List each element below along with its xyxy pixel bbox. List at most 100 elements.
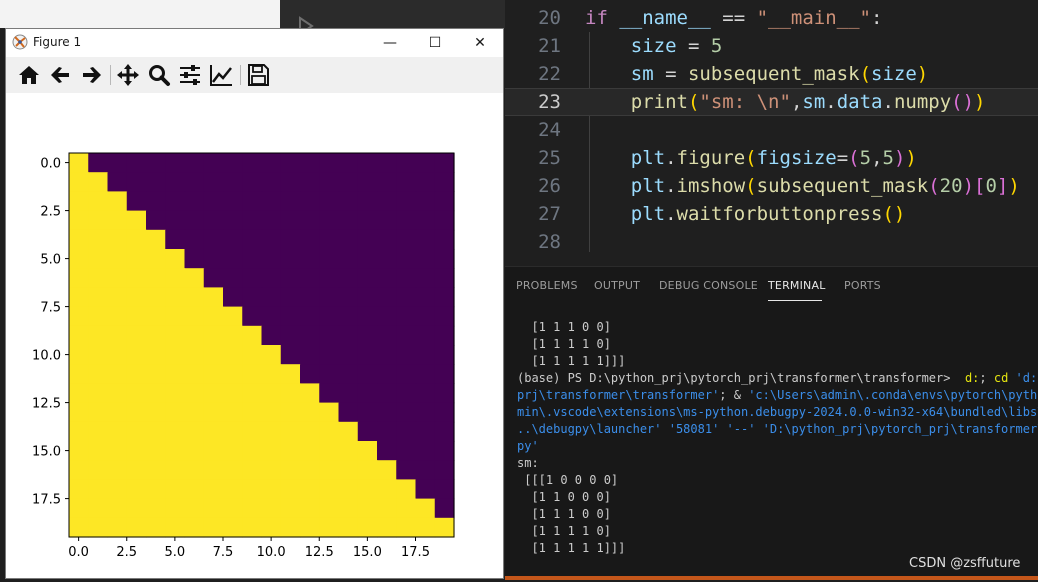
heatmap-cell: [223, 268, 243, 288]
code-line[interactable]: 21 size = 5: [505, 32, 1038, 60]
close-button[interactable]: ✕: [457, 29, 503, 57]
tab-output[interactable]: OUTPUT: [594, 279, 640, 292]
heatmap-cell: [146, 364, 166, 384]
minimize-button[interactable]: —: [367, 29, 413, 57]
heatmap-cell: [300, 345, 320, 365]
heatmap-cell: [280, 498, 301, 519]
x-tick-label: 7.5: [213, 545, 234, 560]
heatmap-cell: [300, 306, 320, 327]
back-arrow-icon[interactable]: [48, 62, 74, 88]
heatmap-cell: [242, 460, 263, 480]
heatmap-cell: [338, 249, 359, 269]
terminal-line: [1 1 1 1 1]]]: [517, 354, 626, 368]
heatmap-cell: [261, 306, 282, 327]
heatmap-cell: [165, 306, 186, 327]
heatmap-cell: [184, 229, 205, 250]
code-line[interactable]: 25 plt.figure(figsize=(5,5)): [505, 144, 1038, 172]
terminal-output[interactable]: [1 1 1 0 0] [1 1 1 1 0] [1 1 1 1 1]]] (ba…: [517, 319, 1038, 557]
heatmap-cell: [377, 383, 397, 404]
heatmap-cell: [223, 479, 243, 500]
heatmap-cell: [357, 249, 378, 269]
heatmap-cell: [107, 287, 128, 308]
heatmap-cell: [223, 229, 243, 250]
code-editor[interactable]: 20 if __name__ == "__main__": 21 size = 52…: [505, 0, 1038, 266]
heatmap-cell: [203, 229, 224, 250]
tab-debug-console[interactable]: DEBUG CONSOLE: [659, 279, 758, 292]
heatmap-cell: [319, 325, 340, 346]
code-line[interactable]: 24: [505, 116, 1038, 144]
code-line[interactable]: 26 plt.imshow(subsequent_mask(20)[0]): [505, 172, 1038, 200]
heatmap-cell: [434, 345, 455, 365]
heatmap-cell: [165, 383, 186, 404]
heatmap-cell: [223, 191, 243, 212]
heatmap-cell: [300, 402, 320, 423]
heatmap-cell: [261, 210, 282, 231]
heatmap-cell: [261, 402, 282, 423]
heatmap-cell: [223, 383, 243, 404]
heatmap-cell: [261, 191, 282, 212]
heatmap-cell: [261, 498, 282, 519]
heatmap-cell: [126, 306, 147, 327]
tab-problems[interactable]: PROBLEMS: [516, 279, 578, 292]
save-icon[interactable]: [245, 62, 271, 88]
heatmap-cell: [184, 210, 205, 231]
heatmap-cell: [357, 517, 378, 538]
code-line[interactable]: 20 if __name__ == "__main__":: [505, 4, 1038, 32]
heatmap-cell: [126, 498, 147, 519]
code-line[interactable]: 28: [505, 228, 1038, 256]
heatmap-cell: [242, 479, 263, 500]
tab-terminal[interactable]: TERMINAL: [768, 279, 826, 292]
code-text: plt.waitforbuttonpress(): [585, 203, 906, 225]
configure-subplots-icon[interactable]: [177, 62, 203, 88]
heatmap-cell: [88, 421, 109, 442]
heatmap-cell: [377, 325, 397, 346]
terminal-line: [1 1 1 0 0]: [517, 507, 611, 521]
heatmap-cell: [69, 249, 89, 269]
figure-titlebar[interactable]: Figure 1 — ☐ ✕: [6, 29, 503, 57]
heatmap-cell: [107, 306, 128, 327]
heatmap-cell: [396, 210, 417, 231]
heatmap-cell: [415, 402, 436, 423]
code-line[interactable]: 27 plt.waitforbuttonpress(): [505, 200, 1038, 228]
heatmap-cell: [146, 402, 166, 423]
terminal-line: (base) PS D:\python_prj\pytorch_prj\tran…: [517, 371, 1038, 385]
heatmap-cell: [126, 153, 147, 173]
home-icon[interactable]: [16, 62, 42, 88]
code-line[interactable]: 23 print("sm: \n",sm.data.numpy()): [505, 88, 1038, 116]
heatmap-cell: [184, 306, 205, 327]
heatmap-cell: [203, 287, 224, 308]
heatmap-cell: [107, 229, 128, 250]
heatmap-cell: [242, 287, 263, 308]
heatmap-cell: [184, 517, 205, 538]
heatmap-cell: [223, 402, 243, 423]
heatmap-cell: [357, 383, 378, 404]
heatmap-cell: [69, 191, 89, 212]
heatmap-cell: [357, 498, 378, 519]
code-text: print("sm: \n",sm.data.numpy()): [630, 91, 986, 113]
heatmap-cell: [88, 153, 109, 173]
heatmap-cell: [126, 479, 147, 500]
zoom-icon[interactable]: [146, 62, 172, 88]
edit-axis-icon[interactable]: [208, 62, 234, 88]
heatmap-cell: [69, 229, 89, 250]
heatmap-cell: [69, 364, 89, 384]
heatmap-cell: [223, 249, 243, 269]
heatmap-cell: [280, 479, 301, 500]
forward-arrow-icon[interactable]: [78, 62, 104, 88]
heatmap-cell: [434, 172, 455, 192]
pan-icon[interactable]: [115, 62, 141, 88]
heatmap-cell: [88, 210, 109, 231]
tab-ports[interactable]: PORTS: [844, 279, 881, 292]
heatmap-cell: [242, 210, 263, 231]
heatmap-cell: [88, 287, 109, 308]
heatmap-cell: [69, 268, 89, 288]
figure-canvas[interactable]: 0.0 0.0 2.5 2.5 5.0 5.0 7.5 7.5 10.0 10.0 12.5 12.5…: [6, 93, 503, 578]
heatmap-cell: [319, 460, 340, 480]
heatmap-cell: [319, 172, 340, 192]
y-tick-label: 15.0: [32, 445, 61, 460]
heatmap-cell: [338, 306, 359, 327]
maximize-button[interactable]: ☐: [412, 29, 458, 57]
heatmap-cell: [280, 383, 301, 404]
figure-window[interactable]: Figure 1 — ☐ ✕ 0.0 0.0 2.5 2.5 5.0 5.0 7…: [5, 28, 504, 579]
code-line[interactable]: 22 sm = subsequent_mask(size): [505, 60, 1038, 88]
